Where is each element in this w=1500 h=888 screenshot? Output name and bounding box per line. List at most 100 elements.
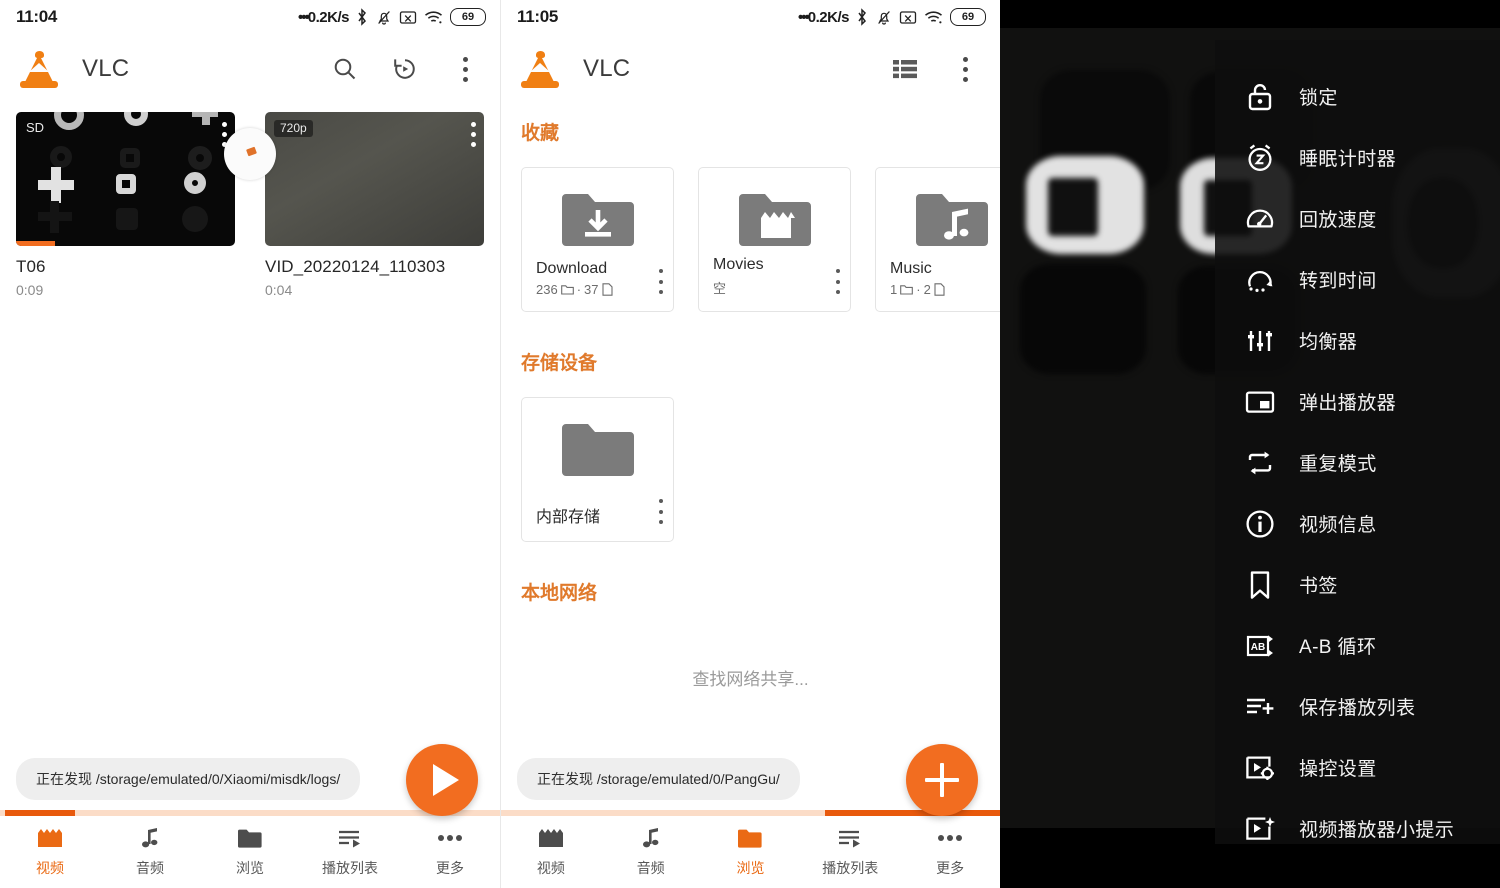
tab-label: 音频 bbox=[136, 860, 164, 876]
tab-video[interactable]: 视频 bbox=[0, 826, 100, 878]
folder-name: Movies bbox=[713, 255, 764, 273]
panel-player-menu: 锁定 睡眠计时器 回放速度 转到时间 均衡器 弹出播放器 重复模式 视频信息 书… bbox=[1000, 0, 1500, 888]
folder-card-music[interactable]: Music 1 · 2 bbox=[875, 167, 1000, 312]
folder-options-button[interactable] bbox=[658, 269, 663, 294]
play-fab[interactable] bbox=[406, 744, 478, 816]
tab-bar: 视频 音频 浏览 播放列表 更多 bbox=[501, 816, 1000, 888]
storage-section-title: 存储设备 bbox=[521, 353, 598, 374]
overflow-menu-button[interactable] bbox=[448, 52, 482, 86]
bluetooth-icon bbox=[858, 8, 866, 26]
menu-item-video-tips[interactable]: 视频播放器小提示 bbox=[1215, 798, 1500, 859]
menu-item-bookmarks[interactable]: 书签 bbox=[1215, 554, 1500, 615]
storage-card-internal[interactable]: 内部存储 bbox=[521, 397, 674, 542]
status-icons: •••0.2K/s 69 bbox=[798, 8, 986, 26]
tab-label: 视频 bbox=[36, 860, 64, 876]
menu-item-label: 转到时间 bbox=[1299, 271, 1377, 292]
app-title: VLC bbox=[82, 55, 130, 82]
app-bar-actions bbox=[888, 52, 982, 86]
folder-card-download[interactable]: Download 236 · 37 bbox=[521, 167, 674, 312]
storage-options-button[interactable] bbox=[658, 499, 663, 524]
favorites-card-row: Download 236 · 37 Movies 空 Music 1 · 2 bbox=[501, 167, 1000, 312]
playlist-add-icon bbox=[1243, 690, 1277, 724]
player-options-menu: 锁定 睡眠计时器 回放速度 转到时间 均衡器 弹出播放器 重复模式 视频信息 书… bbox=[1215, 40, 1500, 844]
tab-label: 视频 bbox=[536, 860, 565, 876]
touch-indicator bbox=[224, 128, 276, 180]
menu-item-repeat-mode[interactable]: 重复模式 bbox=[1215, 432, 1500, 493]
music-note-icon bbox=[139, 826, 161, 850]
history-button[interactable] bbox=[388, 52, 422, 86]
file-count-icon bbox=[601, 283, 613, 296]
tab-video[interactable]: 视频 bbox=[501, 826, 601, 878]
search-button[interactable] bbox=[328, 52, 362, 86]
network-empty-message: 查找网络共享... bbox=[692, 670, 809, 689]
view-toggle-button[interactable] bbox=[888, 52, 922, 86]
wifi-icon bbox=[424, 10, 443, 23]
bottom-bar: 视频 音频 浏览 播放列表 更多 bbox=[501, 810, 1000, 888]
network-speed-label: •••0.2K/s bbox=[798, 8, 849, 26]
tab-audio[interactable]: 音频 bbox=[100, 826, 200, 878]
menu-item-jump-to-time[interactable]: 转到时间 bbox=[1215, 249, 1500, 310]
more-dots-icon bbox=[437, 826, 463, 850]
playlist-icon bbox=[337, 826, 363, 850]
menu-item-equalizer[interactable]: 均衡器 bbox=[1215, 310, 1500, 371]
folder-meta: 空 bbox=[713, 281, 727, 296]
no-sim-icon bbox=[399, 10, 417, 24]
vlc-logo-icon bbox=[18, 48, 60, 90]
folder-options-button[interactable] bbox=[835, 269, 840, 294]
tab-more[interactable]: 更多 bbox=[900, 826, 1000, 878]
video-options-button[interactable] bbox=[471, 122, 476, 147]
menu-item-sleep-timer[interactable]: 睡眠计时器 bbox=[1215, 127, 1500, 188]
more-dots-icon bbox=[937, 826, 963, 850]
scan-toast: 正在发现 /storage/emulated/0/PangGu/ bbox=[517, 758, 800, 800]
tab-browse[interactable]: 浏览 bbox=[701, 826, 801, 878]
add-fab[interactable] bbox=[906, 744, 978, 816]
tab-label: 浏览 bbox=[736, 860, 765, 876]
no-sim-icon bbox=[899, 10, 917, 24]
tab-playlist[interactable]: 播放列表 bbox=[300, 826, 400, 878]
status-time: 11:05 bbox=[517, 7, 559, 26]
status-bar: 11:05 •••0.2K/s 69 bbox=[501, 0, 1000, 34]
movie-icon bbox=[538, 826, 564, 850]
overflow-menu-button[interactable] bbox=[948, 52, 982, 86]
video-title: T06 bbox=[16, 257, 46, 276]
bluetooth-icon bbox=[358, 8, 366, 26]
menu-item-popup-player[interactable]: 弹出播放器 bbox=[1215, 371, 1500, 432]
folder-card-movies[interactable]: Movies 空 bbox=[698, 167, 851, 312]
tab-audio[interactable]: 音频 bbox=[601, 826, 701, 878]
storage-card-footer: 内部存储 bbox=[536, 499, 663, 527]
folder-icon bbox=[237, 826, 263, 850]
video-thumbnail[interactable]: 720p bbox=[265, 112, 484, 246]
menu-item-lock[interactable]: 锁定 bbox=[1215, 66, 1500, 127]
app-title: VLC bbox=[583, 55, 631, 82]
folder-name: Download bbox=[536, 259, 608, 277]
storage-name: 内部存储 bbox=[536, 508, 601, 526]
svg-text:AB: AB bbox=[1251, 642, 1265, 653]
tab-browse[interactable]: 浏览 bbox=[200, 826, 300, 878]
file-count-icon bbox=[934, 283, 945, 296]
menu-item-save-playlist[interactable]: 保存播放列表 bbox=[1215, 676, 1500, 737]
menu-item-playback-speed[interactable]: 回放速度 bbox=[1215, 188, 1500, 249]
play-icon bbox=[432, 764, 459, 796]
resolution-badge: 720p bbox=[274, 120, 313, 138]
menu-item-player-settings[interactable]: 操控设置 bbox=[1215, 737, 1500, 798]
scan-toast-path: /storage/emulated/0/Xiaomi/misdk/logs/ bbox=[95, 771, 341, 787]
menu-item-video-info[interactable]: 视频信息 bbox=[1215, 493, 1500, 554]
menu-item-ab-loop[interactable]: AB A-B 循环 bbox=[1215, 615, 1500, 676]
video-thumbnail[interactable]: SD bbox=[16, 112, 235, 246]
tab-playlist[interactable]: 播放列表 bbox=[800, 826, 900, 878]
tab-label: 浏览 bbox=[236, 860, 264, 876]
bottom-bar: 视频 音频 浏览 播放列表 更多 bbox=[0, 810, 500, 888]
menu-item-label: 弹出播放器 bbox=[1299, 393, 1397, 414]
tab-more[interactable]: 更多 bbox=[400, 826, 500, 878]
video-card[interactable]: 720p VID_20220124_110303 0:04 bbox=[265, 112, 484, 298]
menu-item-label: 睡眠计时器 bbox=[1299, 149, 1397, 170]
app-bar: VLC bbox=[0, 34, 500, 104]
lock-icon bbox=[1243, 80, 1277, 114]
video-card[interactable]: SD T06 0:09 bbox=[16, 112, 235, 298]
browse-content: 收藏 Download 236 · 37 Movies 空 Music 1 · … bbox=[501, 104, 1000, 690]
tab-label: 音频 bbox=[636, 860, 665, 876]
speedometer-icon bbox=[1243, 202, 1277, 236]
scan-toast-prefix: 正在发现 bbox=[537, 771, 593, 787]
menu-item-label: 均衡器 bbox=[1299, 332, 1358, 353]
status-bar: 11:04 •••0.2K/s 69 bbox=[0, 0, 500, 34]
